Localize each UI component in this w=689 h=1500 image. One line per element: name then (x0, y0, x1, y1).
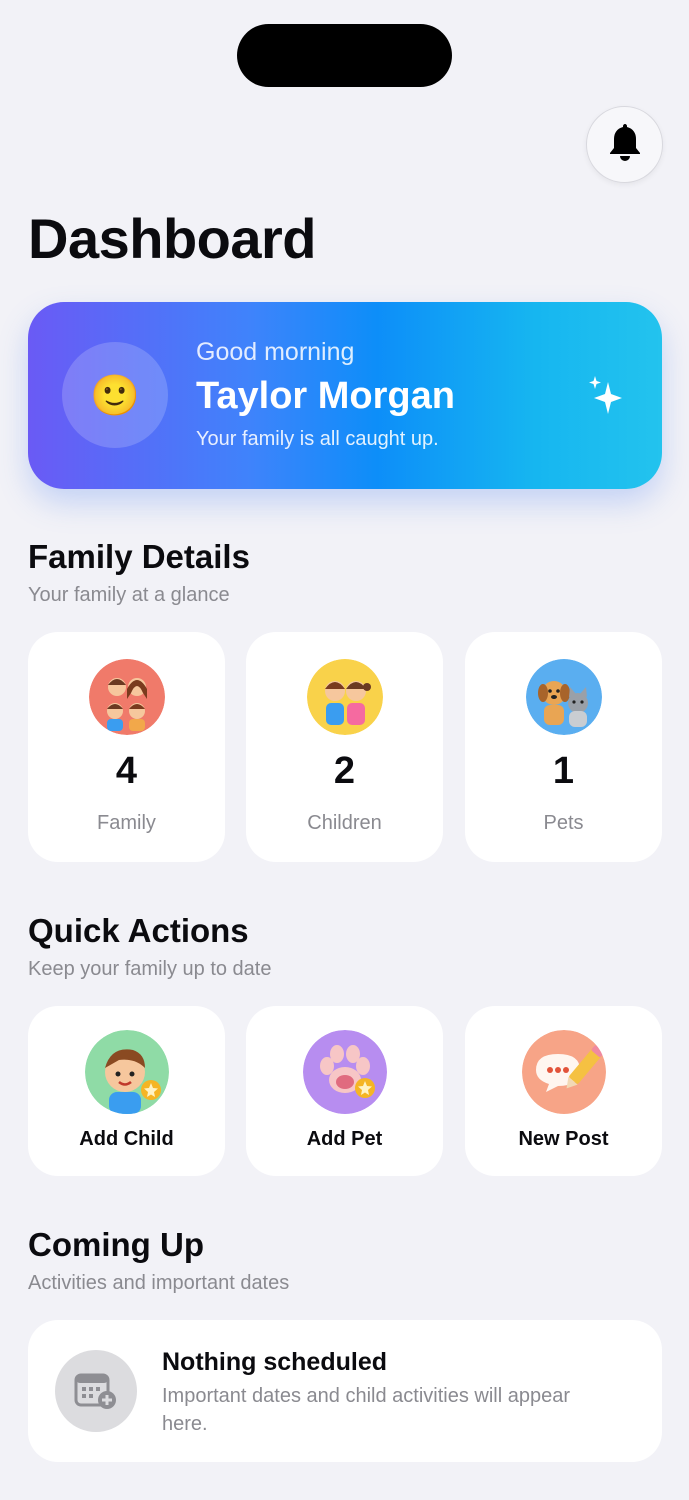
stat-label: Children (307, 812, 382, 834)
notifications-button[interactable] (586, 106, 663, 183)
pets-icon (526, 659, 602, 735)
stat-value: 4 (115, 750, 138, 792)
new-post-icon (522, 1030, 606, 1114)
avatar: 🙂 (62, 342, 168, 448)
smiley-icon: 🙂 (90, 373, 140, 418)
stat-card-children[interactable]: 2 Children (246, 632, 443, 862)
empty-state-message: Important dates and child activities wil… (162, 1385, 570, 1435)
user-name: Taylor Morgan (196, 375, 455, 417)
coming-up-title: Coming Up (28, 1226, 204, 1263)
action-label: Add Pet (306, 1128, 383, 1150)
family-icon (89, 659, 165, 735)
add-pet-button[interactable]: Add Pet (246, 1006, 443, 1176)
children-icon (307, 659, 383, 735)
bell-icon (606, 122, 644, 167)
add-child-icon (85, 1030, 169, 1114)
greeting-salutation: Good morning (196, 338, 355, 366)
dynamic-island (237, 24, 452, 87)
stat-label: Family (97, 812, 156, 834)
action-label: New Post (518, 1128, 609, 1150)
quick-actions-subtitle: Keep your family up to date (28, 958, 272, 980)
new-post-button[interactable]: New Post (465, 1006, 662, 1176)
greeting-card[interactable]: 🙂 Good morning Taylor Morgan Your family… (28, 302, 662, 489)
stat-label: Pets (543, 812, 584, 834)
add-child-button[interactable]: Add Child (28, 1006, 225, 1176)
stat-card-family[interactable]: 4 Family (28, 632, 225, 862)
stat-value: 1 (552, 750, 575, 792)
page-title: Dashboard (28, 207, 317, 270)
stat-card-pets[interactable]: 1 Pets (465, 632, 662, 862)
empty-state-title: Nothing scheduled (162, 1348, 387, 1376)
quick-actions-title: Quick Actions (28, 912, 249, 949)
calendar-add-icon (55, 1350, 137, 1432)
greeting-message: Your family is all caught up. (196, 428, 439, 450)
stat-value: 2 (333, 750, 356, 792)
family-details-subtitle: Your family at a glance (28, 584, 230, 606)
sparkle-icon (586, 374, 626, 423)
coming-up-card: Nothing scheduled Important dates and ch… (28, 1320, 662, 1462)
action-label: Add Child (79, 1128, 174, 1150)
family-details-title: Family Details (28, 538, 250, 575)
add-pet-icon (303, 1030, 387, 1114)
coming-up-subtitle: Activities and important dates (28, 1272, 290, 1294)
